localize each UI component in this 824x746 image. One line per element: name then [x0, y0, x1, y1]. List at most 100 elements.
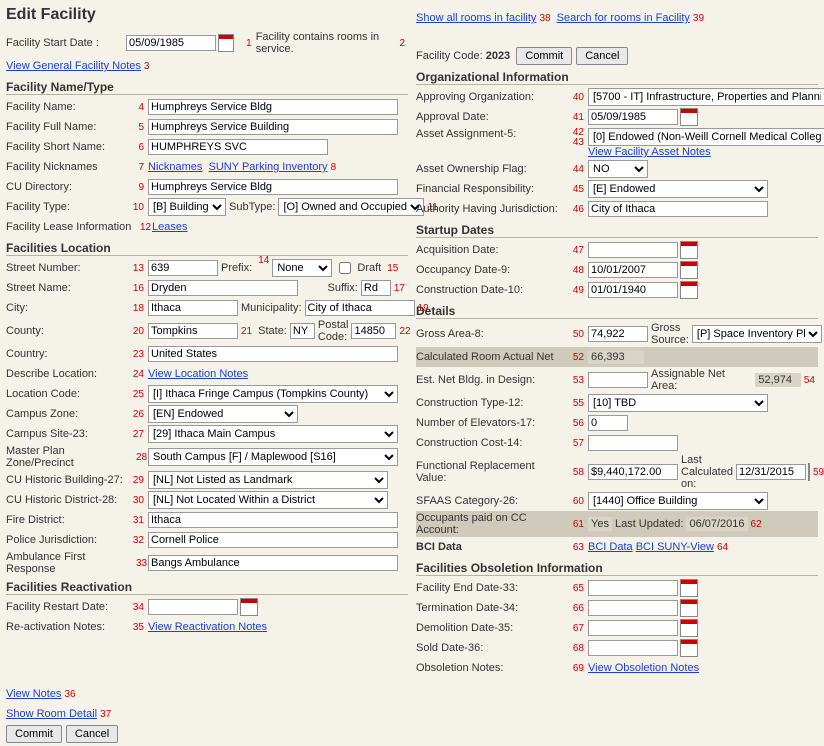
- view-loc-notes-link[interactable]: View Location Notes: [148, 368, 248, 380]
- restart-input[interactable]: [148, 599, 238, 615]
- obs-heading: Facilities Obsoletion Information: [416, 561, 818, 576]
- view-general-notes-link[interactable]: View General Facility Notes: [6, 60, 141, 72]
- suny-parking-link[interactable]: SUNY Parking Inventory: [209, 161, 328, 173]
- police-input[interactable]: [148, 532, 398, 548]
- ref-9: 9: [130, 182, 144, 193]
- calendar-icon[interactable]: [680, 579, 698, 597]
- finresp-select[interactable]: [E] Endowed: [588, 180, 768, 198]
- zone-select[interactable]: [EN] Endowed: [148, 405, 298, 423]
- view-obs-notes-link[interactable]: View Obsoletion Notes: [588, 662, 699, 674]
- ref-27: 27: [130, 429, 144, 440]
- show-room-detail-link[interactable]: Show Room Detail: [6, 708, 97, 720]
- nicknames-link[interactable]: Nicknames: [148, 161, 202, 173]
- ref-45: 45: [570, 184, 584, 195]
- obsnotes-lbl: Obsoletion Notes:: [416, 662, 566, 674]
- histd-select[interactable]: [NL] Not Located Within a District: [148, 491, 388, 509]
- contype-select[interactable]: [10] TBD: [588, 394, 768, 412]
- hist-select[interactable]: [NL] Not Listed as Landmark: [148, 471, 388, 489]
- county-input[interactable]: [148, 323, 238, 339]
- calendar-icon[interactable]: [218, 34, 234, 52]
- ref-56: 56: [570, 418, 584, 429]
- country-input[interactable]: [148, 346, 398, 362]
- calendar-icon[interactable]: [808, 463, 810, 481]
- cancel-button[interactable]: Cancel: [576, 47, 628, 65]
- commit-button[interactable]: Commit: [516, 47, 572, 65]
- view-asset-notes-link[interactable]: View Facility Asset Notes: [588, 146, 711, 158]
- short-name-input[interactable]: [148, 139, 328, 155]
- frv-input[interactable]: [588, 464, 678, 480]
- lastupd-val: 06/07/2016: [686, 517, 747, 531]
- police-lbl: Police Jurisdiction:: [6, 534, 126, 546]
- view-notes-link[interactable]: View Notes: [6, 688, 61, 700]
- calendar-icon[interactable]: [680, 241, 698, 259]
- gross-input[interactable]: [588, 326, 648, 342]
- calendar-icon[interactable]: [680, 619, 698, 637]
- calendar-icon[interactable]: [680, 108, 698, 126]
- bci-data-link[interactable]: BCI Data: [588, 541, 633, 553]
- apporg-select[interactable]: [5700 - IT] Infrastructure, Properties a…: [588, 88, 824, 106]
- sfaas-select[interactable]: [1440] Office Building: [588, 492, 768, 510]
- mpz-select[interactable]: South Campus [F] / Maplewood [S16]: [148, 448, 398, 466]
- commit-button-bottom[interactable]: Commit: [6, 725, 62, 743]
- calendar-icon[interactable]: [680, 639, 698, 657]
- sold-input[interactable]: [588, 640, 678, 656]
- draft-checkbox[interactable]: [339, 262, 351, 274]
- concost-input[interactable]: [588, 435, 678, 451]
- assignnet-val: 52,974: [755, 373, 800, 387]
- asset-lbl: Asset Assignment-5:: [416, 128, 566, 140]
- amb-input[interactable]: [148, 555, 398, 571]
- calendar-icon[interactable]: [240, 598, 258, 616]
- postal-input[interactable]: [351, 323, 396, 339]
- state-input[interactable]: [290, 323, 315, 339]
- estnet-input[interactable]: [588, 372, 648, 388]
- ref-42-43: 4243: [570, 128, 584, 148]
- city-input[interactable]: [148, 300, 238, 316]
- loccode-select[interactable]: [I] Ithaca Fringe Campus (Tompkins Count…: [148, 385, 398, 403]
- asset-select[interactable]: [0] Endowed (Non-Weill Cornell Medical C…: [588, 128, 824, 146]
- term-input[interactable]: [588, 600, 678, 616]
- search-rooms-link[interactable]: Search for rooms in Facility: [557, 12, 690, 24]
- ref-16: 16: [130, 283, 144, 294]
- calendar-icon[interactable]: [680, 599, 698, 617]
- stnum-input[interactable]: [148, 260, 218, 276]
- leases-link[interactable]: Leases: [152, 221, 187, 233]
- elev-input[interactable]: [588, 415, 628, 431]
- auth-input[interactable]: [588, 201, 768, 217]
- stname-input[interactable]: [148, 280, 298, 296]
- factype-select[interactable]: [B] Building: [148, 198, 226, 216]
- full-name-input[interactable]: [148, 119, 398, 135]
- calendar-icon[interactable]: [680, 281, 698, 299]
- con-input[interactable]: [588, 282, 678, 298]
- zone-lbl: Campus Zone:: [6, 408, 126, 420]
- grosssrc-select[interactable]: [P] Space Inventory Plans: [692, 325, 822, 343]
- suffix-input[interactable]: [361, 280, 391, 296]
- site-select[interactable]: [29] Ithaca Main Campus: [148, 425, 398, 443]
- cudir-input[interactable]: [148, 179, 398, 195]
- term-lbl: Termination Date-34:: [416, 602, 566, 614]
- fac-name-input[interactable]: [148, 99, 398, 115]
- fire-input[interactable]: [148, 512, 398, 528]
- acq-input[interactable]: [588, 242, 678, 258]
- prefix-select[interactable]: None: [272, 259, 332, 277]
- view-react-notes-link[interactable]: View Reactivation Notes: [148, 621, 267, 633]
- full-name-lbl: Facility Full Name:: [6, 121, 126, 133]
- con-lbl: Construction Date-10:: [416, 284, 566, 296]
- cancel-button-bottom[interactable]: Cancel: [66, 725, 118, 743]
- subtype-select[interactable]: [O] Owned and Occupied: [278, 198, 424, 216]
- start-date-input[interactable]: [126, 35, 216, 51]
- occ-input[interactable]: [588, 262, 678, 278]
- end-input[interactable]: [588, 580, 678, 596]
- ref-35: 35: [130, 622, 144, 633]
- ref-44: 44: [570, 164, 584, 175]
- ref-1: 1: [238, 38, 252, 49]
- calendar-icon[interactable]: [680, 261, 698, 279]
- occcc-val: Yes: [588, 517, 612, 531]
- ownflag-select[interactable]: NO: [588, 160, 648, 178]
- muni-input[interactable]: [305, 300, 415, 316]
- bci-suny-link[interactable]: BCI SUNY-View: [636, 541, 714, 553]
- ref-50: 50: [570, 329, 584, 340]
- lastcalc-input[interactable]: [736, 464, 806, 480]
- demo-input[interactable]: [588, 620, 678, 636]
- show-all-rooms-link[interactable]: Show all rooms in facility: [416, 12, 536, 24]
- appdate-input[interactable]: [588, 109, 678, 125]
